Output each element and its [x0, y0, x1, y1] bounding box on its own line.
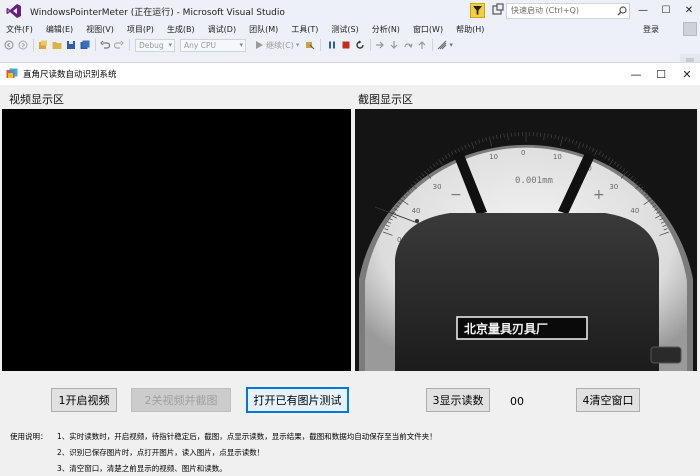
screen: WindowsPointerMeter (正在运行) - Microsoft V… [0, 0, 700, 476]
instruction-line: 3、清空窗口，清楚之前显示的视频、图片和读数。 [57, 464, 227, 473]
start-video-button[interactable]: 1开启视频 [51, 388, 117, 412]
vs-maximize-button[interactable]: ☐ [656, 2, 676, 18]
dial-number: 30 [433, 183, 442, 191]
menu-view[interactable]: 视图(V) [86, 24, 114, 35]
undo-icon[interactable] [100, 40, 110, 50]
continue-play-icon[interactable] [254, 40, 264, 50]
menu-tools[interactable]: 工具(T) [291, 24, 318, 35]
reading-value: 00 [510, 395, 524, 408]
app-maximize-button[interactable]: ☐ [651, 66, 671, 82]
menu-window[interactable]: 窗口(W) [413, 24, 443, 35]
vs-window-title: WindowsPointerMeter (正在运行) - Microsoft V… [30, 7, 285, 18]
code-map-icon[interactable] [437, 40, 447, 50]
step-over-icon[interactable] [403, 40, 413, 50]
toolbar-separator [370, 39, 372, 51]
app-window-icon [6, 68, 18, 78]
login-link[interactable]: 登录 [643, 24, 659, 35]
feedback-filter-icon[interactable] [470, 3, 485, 18]
browser-link-icon[interactable] [305, 40, 315, 50]
screenshot-display-panel: 0403020100102030400 0.001mm − + 北京量具刃具厂 [355, 109, 697, 371]
app-close-button[interactable]: ✕ [677, 66, 697, 82]
menu-team[interactable]: 团队(M) [249, 24, 278, 35]
video-display-panel [2, 109, 351, 371]
visual-studio-logo-icon [6, 4, 21, 18]
dial-number: 0 [521, 149, 525, 157]
dial-number: 10 [489, 153, 498, 161]
dial-number: 40 [630, 207, 639, 215]
dial-number: 10 [553, 153, 562, 161]
toolbar-separator [129, 39, 130, 51]
vs-menubar: 文件(F) 编辑(E) 视图(V) 项目(P) 生成(B) 调试(D) 团队(M… [0, 22, 700, 36]
menu-edit[interactable]: 编辑(E) [46, 24, 73, 35]
quick-launch-input[interactable]: 快速启动 (Ctrl+Q) [506, 3, 630, 19]
navigate-forward-icon[interactable] [18, 40, 28, 50]
toolbar-separator [432, 39, 434, 51]
step-into-icon[interactable] [389, 40, 399, 50]
pause-icon[interactable] [327, 40, 337, 50]
vs-minimize-button[interactable]: — [633, 2, 653, 18]
gauge-scale-text: 0.001mm [515, 176, 553, 186]
app-titlebar: 直角尺读数自动识别系统 — ☐ ✕ [0, 63, 700, 85]
toolbar-separator [95, 39, 96, 51]
menu-project[interactable]: 项目(P) [127, 24, 154, 35]
instruction-line: 1、实时读数时，开启视频，待指针稳定后，截图，点显示读数，显示结果，截图和数据均… [57, 432, 437, 441]
app-window: 直角尺读数自动识别系统 — ☐ ✕ 视频显示区 截图显示区 0 40 30 10… [0, 62, 700, 476]
continue-dropdown-icon[interactable]: ▾ [296, 41, 300, 49]
clear-window-button[interactable]: 4清空窗口 [576, 388, 640, 412]
vs-titlebar: WindowsPointerMeter (正在运行) - Microsoft V… [0, 0, 700, 22]
solution-platform-select[interactable]: Any CPU [180, 38, 246, 52]
notifications-icon[interactable] [491, 3, 505, 17]
new-project-icon[interactable] [38, 40, 48, 50]
menu-test[interactable]: 测试(S) [331, 24, 358, 35]
svg-text:−: − [450, 187, 462, 203]
app-minimize-button[interactable]: — [626, 66, 646, 82]
restart-icon[interactable] [355, 40, 365, 50]
vs-close-button[interactable]: ✕ [679, 2, 699, 18]
video-area-label: 视频显示区 [9, 93, 64, 106]
quick-launch-placeholder: 快速启动 (Ctrl+Q) [511, 6, 580, 15]
stop-icon[interactable] [341, 40, 351, 50]
app-window-title: 直角尺读数自动识别系统 [23, 70, 117, 80]
save-icon[interactable] [66, 40, 76, 50]
svg-text:+: + [593, 187, 605, 203]
account-avatar[interactable] [683, 22, 697, 36]
solution-configuration-select[interactable]: Debug [135, 38, 175, 52]
step-out-icon[interactable] [417, 40, 427, 50]
navigate-back-icon[interactable] [4, 40, 14, 50]
menu-debug[interactable]: 调试(D) [208, 24, 236, 35]
continue-button-label[interactable]: 继续(C) [266, 40, 294, 51]
dial-number: 40 [412, 207, 421, 215]
menu-build[interactable]: 生成(B) [167, 24, 195, 35]
save-all-icon[interactable] [80, 40, 90, 50]
toolbar-separator [320, 39, 322, 51]
dial-number: 30 [609, 183, 618, 191]
open-image-test-button[interactable]: 打开已有图片测试 [246, 387, 349, 413]
redo-icon[interactable] [114, 40, 124, 50]
gauge-brand-text: 北京量具刃具厂 [464, 321, 548, 336]
stop-video-capture-button[interactable]: 2关视频并截图 [131, 388, 231, 412]
open-file-icon[interactable] [52, 40, 62, 50]
menu-analyze[interactable]: 分析(N) [372, 24, 400, 35]
vs-toolbar: Debug Any CPU 继续(C) ▾ ▾ [0, 36, 700, 54]
show-reading-button[interactable]: 3显示读数 [426, 388, 490, 412]
show-next-statement-icon[interactable] [375, 40, 385, 50]
instructions-block: 使用说明： 1、实时读数时，开启视频，待指针稳定后，截图，点显示读数，显示结果，… [10, 429, 437, 476]
toolbar-separator [33, 39, 34, 51]
instructions-heading: 使用说明： [10, 432, 48, 441]
gauge-photo: 0403020100102030400 0.001mm − + 北京量具刃具厂 [355, 109, 697, 371]
instruction-line: 2、识别已保存图片时，点打开图片，读入图片，点显示读数！ [57, 448, 265, 457]
search-icon [617, 6, 627, 16]
menu-file[interactable]: 文件(F) [6, 24, 33, 35]
toolbar-overflow-icon[interactable]: ▾ [449, 41, 453, 49]
menu-help[interactable]: 帮助(H) [456, 24, 484, 35]
screenshot-area-label: 截图显示区 [358, 93, 413, 106]
